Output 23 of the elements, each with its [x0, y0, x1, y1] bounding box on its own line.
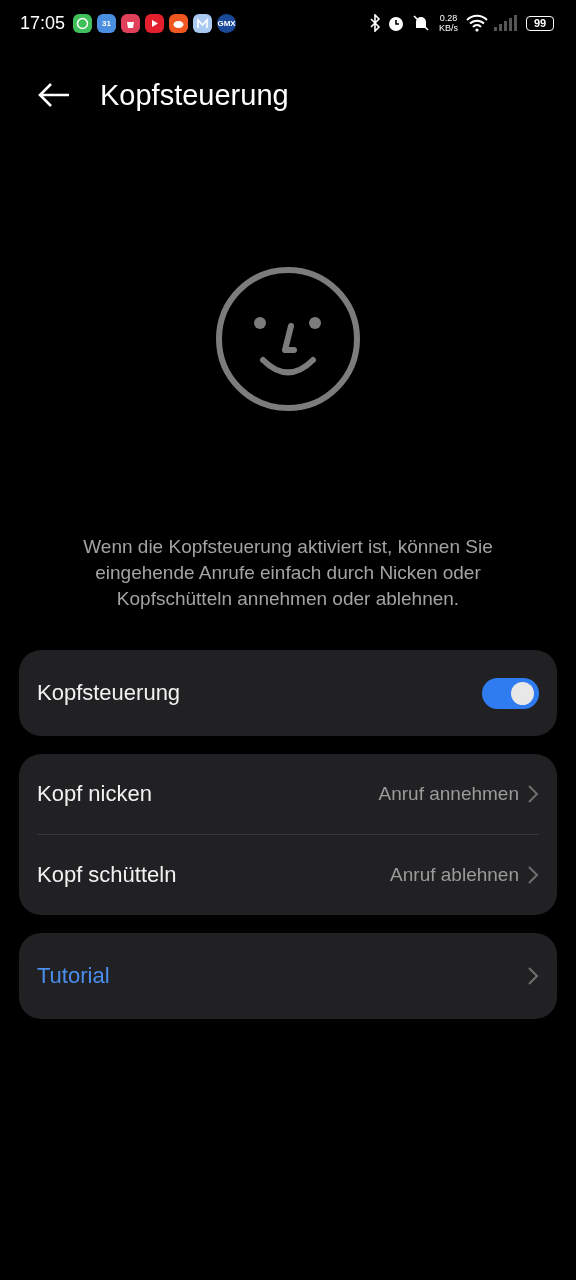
page-title: Kopfsteuerung [100, 78, 289, 112]
notification-icon: GMX [217, 13, 237, 33]
toggle-switch[interactable] [482, 677, 539, 709]
smiley-face-icon [215, 266, 361, 412]
chevron-icon [527, 966, 539, 986]
bluetooth-icon [369, 14, 381, 32]
status-time: 17:05 [20, 12, 66, 34]
signal-icon [493, 15, 517, 31]
tutorial-link[interactable]: Tutorial [37, 963, 527, 989]
muted-bell-icon [411, 13, 431, 33]
chevron-icon [527, 865, 539, 885]
battery-icon: 99 [526, 15, 554, 31]
speed-value: 0.28 [439, 13, 458, 23]
notification-icon: 31 [97, 13, 117, 33]
chevron-icon [527, 784, 539, 804]
setting-label[interactable]: Kopf schütteln [37, 862, 391, 888]
speed-unit: KB/s [439, 23, 458, 33]
wifi-icon [466, 14, 488, 32]
setting-value: Anruf annehmen [378, 783, 519, 805]
setting-value: Anruf ablehnen [390, 864, 519, 886]
setting-label: Kopfsteuerung [37, 680, 182, 706]
description-text: Wenn die Kopfsteuerung aktiviert ist, können Sie eingehende Anrufe einfach durch Nicken oder Kopfschütteln annehmen oder ablehnen. [82, 535, 494, 611]
setting-label[interactable]: Kopf nicken [37, 781, 379, 807]
